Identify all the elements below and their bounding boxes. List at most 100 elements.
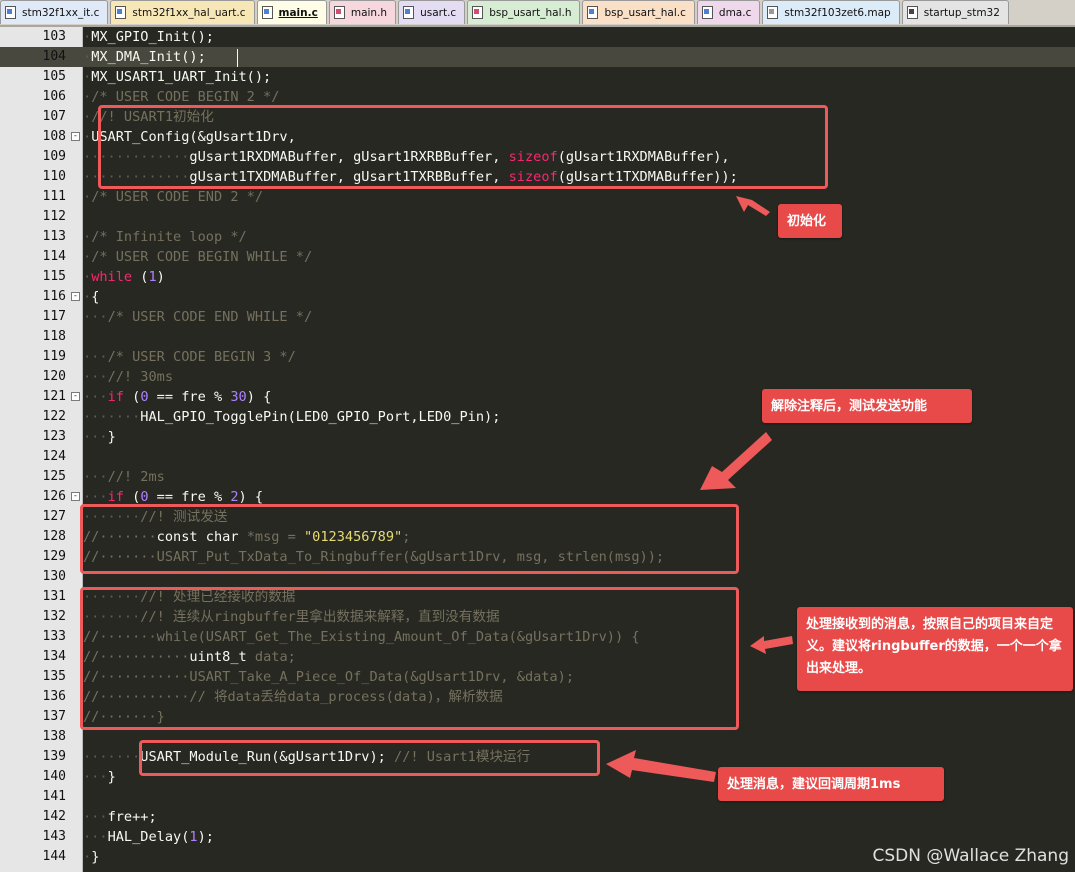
code-token: MX_GPIO_Init();: [91, 29, 214, 45]
line-number: 109: [42, 149, 66, 164]
tab-4[interactable]: usart.c: [398, 0, 466, 24]
code-line[interactable]: 106 ·/* USER CODE BEGIN 2 */: [0, 87, 1075, 107]
code-token: == fre %: [148, 389, 231, 405]
line-number: 108: [42, 129, 66, 144]
code-text: ·MX_GPIO_Init();: [83, 27, 214, 47]
c-file-icon: [701, 6, 713, 19]
send-test-highlight-box: [80, 504, 739, 574]
line-number: 143: [42, 829, 66, 844]
line-number: 116: [42, 289, 66, 304]
code-token: /* USER CODE END WHILE */: [107, 309, 313, 325]
file-tab-bar: stm32f1xx_it.c stm32f1xx_hal_uart.c main.c…: [0, 0, 1075, 27]
tab-6[interactable]: bsp_usart_hal.c: [582, 0, 695, 24]
indent-guide: ···: [83, 809, 108, 825]
code-token: if: [107, 389, 124, 405]
code-token: 30: [230, 389, 247, 405]
code-token: 0: [140, 389, 149, 405]
tab-label: stm32f1xx_hal_uart.c: [132, 6, 246, 19]
code-token: (: [123, 489, 141, 505]
line-number: 127: [42, 509, 66, 524]
line-number: 105: [42, 69, 66, 84]
tab-9[interactable]: startup_stm32: [901, 0, 1009, 24]
code-line[interactable]: 114 ·/* USER CODE BEGIN WHILE */: [0, 247, 1075, 267]
indent-guide: ·: [83, 29, 92, 45]
code-text: ·/* USER CODE BEGIN 2 */: [83, 87, 279, 107]
line-number: 132: [42, 609, 66, 624]
code-line[interactable]: 118: [0, 327, 1075, 347]
code-token: }: [107, 769, 116, 785]
code-line[interactable]: 143 ···HAL_Delay(1);: [0, 827, 1075, 847]
code-line[interactable]: 105 ·MX_USART1_UART_Init();: [0, 67, 1075, 87]
code-token: {: [91, 289, 100, 305]
code-token: /* USER CODE END 2 */: [91, 189, 264, 205]
fold-toggle-icon[interactable]: [71, 132, 80, 141]
tab-8[interactable]: stm32f103zet6.map: [762, 0, 900, 24]
code-token: }: [91, 849, 100, 865]
code-line[interactable]: 112: [0, 207, 1075, 227]
c-file-icon: [261, 6, 273, 19]
h-file-icon: [333, 6, 345, 19]
code-line[interactable]: 142 ···fre++;: [0, 807, 1075, 827]
tab-1[interactable]: stm32f1xx_hal_uart.c: [110, 0, 255, 24]
line-number: 119: [42, 349, 66, 364]
code-text: ·{: [83, 287, 99, 307]
code-line[interactable]: 103 ·MX_GPIO_Init();: [0, 27, 1075, 47]
line-number: 135: [42, 669, 66, 684]
indent-guide: ···: [83, 829, 108, 845]
indent-guide: ···: [83, 369, 108, 385]
line-number: 125: [42, 469, 66, 484]
line-number: 114: [42, 249, 66, 264]
line-number: 120: [42, 369, 66, 384]
code-token: MX_DMA_Init();: [91, 49, 206, 65]
tab-0[interactable]: stm32f1xx_it.c: [0, 0, 109, 24]
code-text: ·MX_DMA_Init();: [83, 47, 206, 67]
tab-3[interactable]: main.h: [328, 0, 397, 24]
code-line[interactable]: 111 ·/* USER CODE END 2 */: [0, 187, 1075, 207]
tab-label: stm32f1xx_it.c: [22, 6, 100, 19]
indent-guide: ·: [83, 289, 92, 305]
indent-guide: ·: [83, 49, 92, 65]
code-text: ···/* USER CODE BEGIN 3 */: [83, 347, 296, 367]
line-number: 112: [42, 209, 66, 224]
code-token: 0: [140, 489, 149, 505]
tab-7[interactable]: dma.c: [696, 0, 761, 24]
indent-guide: ···: [83, 349, 108, 365]
code-line[interactable]: 117 ···/* USER CODE END WHILE */: [0, 307, 1075, 327]
indent-guide: ·: [83, 269, 92, 285]
code-line[interactable]: 125 ···//! 2ms: [0, 467, 1075, 487]
code-line[interactable]: 113 ·/* Infinite loop */: [0, 227, 1075, 247]
line-number: 141: [42, 789, 66, 804]
fold-toggle-icon[interactable]: [71, 492, 80, 501]
code-text: ···//! 30ms: [83, 367, 173, 387]
code-text: ···if (0 == fre % 30) {: [83, 387, 271, 407]
code-line[interactable]: 116 ·{: [0, 287, 1075, 307]
code-token: /* Infinite loop */: [91, 229, 247, 245]
code-token: (: [132, 269, 149, 285]
code-token: HAL_GPIO_TogglePin(LED0_GPIO_Port,LED0_P…: [140, 409, 501, 425]
line-number: 134: [42, 649, 66, 664]
tab-label: main.h: [350, 6, 388, 19]
line-number: 128: [42, 529, 66, 544]
fold-toggle-icon[interactable]: [71, 392, 80, 401]
code-line[interactable]: 119 ···/* USER CODE BEGIN 3 */: [0, 347, 1075, 367]
code-line[interactable]: 104 ·MX_DMA_Init();: [0, 47, 1075, 67]
process-data-highlight-box: [80, 587, 739, 730]
tab-2[interactable]: main.c: [256, 0, 327, 24]
init-callout: 初始化: [778, 204, 842, 238]
line-number: 103: [42, 29, 66, 44]
indent-guide: ·: [83, 189, 92, 205]
code-line[interactable]: 123 ···}: [0, 427, 1075, 447]
fold-toggle-icon[interactable]: [71, 292, 80, 301]
line-number: 144: [42, 849, 66, 864]
code-token: //! 30ms: [107, 369, 174, 385]
code-line[interactable]: 115 ·while (1): [0, 267, 1075, 287]
tab-label: main.c: [278, 6, 318, 19]
watermark: CSDN @Wallace Zhang: [872, 846, 1070, 866]
code-line[interactable]: 124: [0, 447, 1075, 467]
code-line[interactable]: 120 ···//! 30ms: [0, 367, 1075, 387]
code-token: 1: [148, 269, 157, 285]
tab-5[interactable]: bsp_usart_hal.h: [467, 0, 581, 24]
indent-guide: ···: [83, 389, 108, 405]
line-number: 111: [42, 189, 66, 204]
code-token: /* USER CODE BEGIN 3 */: [107, 349, 296, 365]
